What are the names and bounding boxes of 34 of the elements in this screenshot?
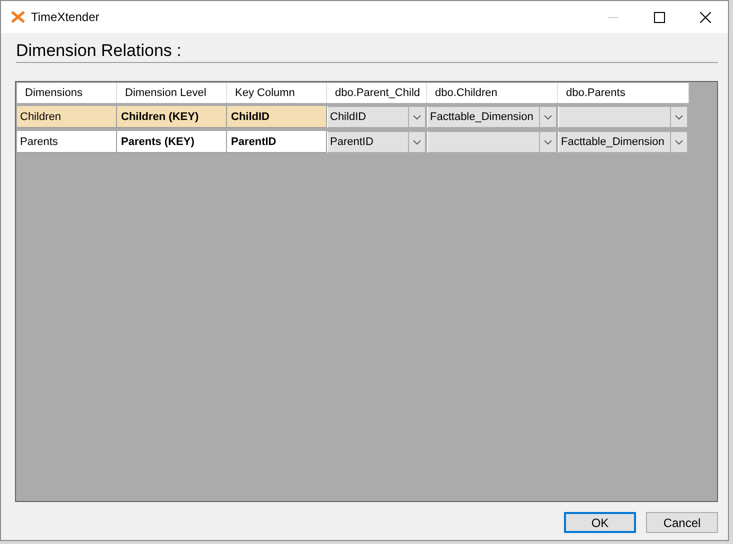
dropdown-field[interactable] (558, 106, 688, 128)
table-cell: Parents (KEY) (117, 131, 227, 153)
table-cell: Parents (17, 131, 117, 153)
dropdown-field[interactable]: ParentID (327, 131, 426, 153)
chevron-down-icon (413, 114, 421, 120)
table-row[interactable]: Children Children (KEY) ChildID ChildID Facttable_Dimension (17, 106, 689, 128)
table-cell: Children (17, 106, 117, 128)
dropdown-field[interactable]: Facttable_Dimension (427, 106, 557, 128)
app-logo-icon (11, 11, 25, 23)
table-cell: Children (KEY) (117, 106, 227, 128)
dropdown-field[interactable]: Facttable_Dimension (558, 131, 688, 153)
dialog-button[interactable]: Cancel (646, 512, 718, 533)
chevron-down-icon (544, 114, 552, 120)
chevron-down-icon (413, 140, 421, 144)
column-header[interactable]: dbo.Parent_Child (327, 83, 427, 103)
dropdown-field[interactable] (427, 131, 557, 153)
dialog-button[interactable]: OK (564, 512, 636, 533)
window-title: TimeXtender (31, 10, 100, 24)
chevron-down-icon (675, 114, 683, 120)
column-header[interactable]: dbo.Children (427, 83, 558, 103)
column-header[interactable]: Dimensions (17, 83, 117, 103)
chevron-down-icon (544, 140, 552, 144)
table-row[interactable]: Parents Parents (KEY) ParentID ParentID Facttable_Dimension (17, 131, 689, 153)
table-cell: ParentID (227, 131, 327, 153)
table-cell: ChildID (227, 106, 327, 128)
dropdown-field[interactable]: ChildID (327, 106, 426, 128)
column-header[interactable]: Key Column (227, 83, 327, 103)
close-icon (700, 12, 710, 22)
section-heading: Dimension Relations : (15, 41, 182, 62)
column-header[interactable]: dbo.Parents (558, 83, 689, 103)
maximize-icon (654, 12, 664, 22)
minimize-icon (608, 16, 618, 18)
column-header[interactable]: Dimension Level (117, 83, 227, 103)
chevron-down-icon (675, 140, 683, 144)
